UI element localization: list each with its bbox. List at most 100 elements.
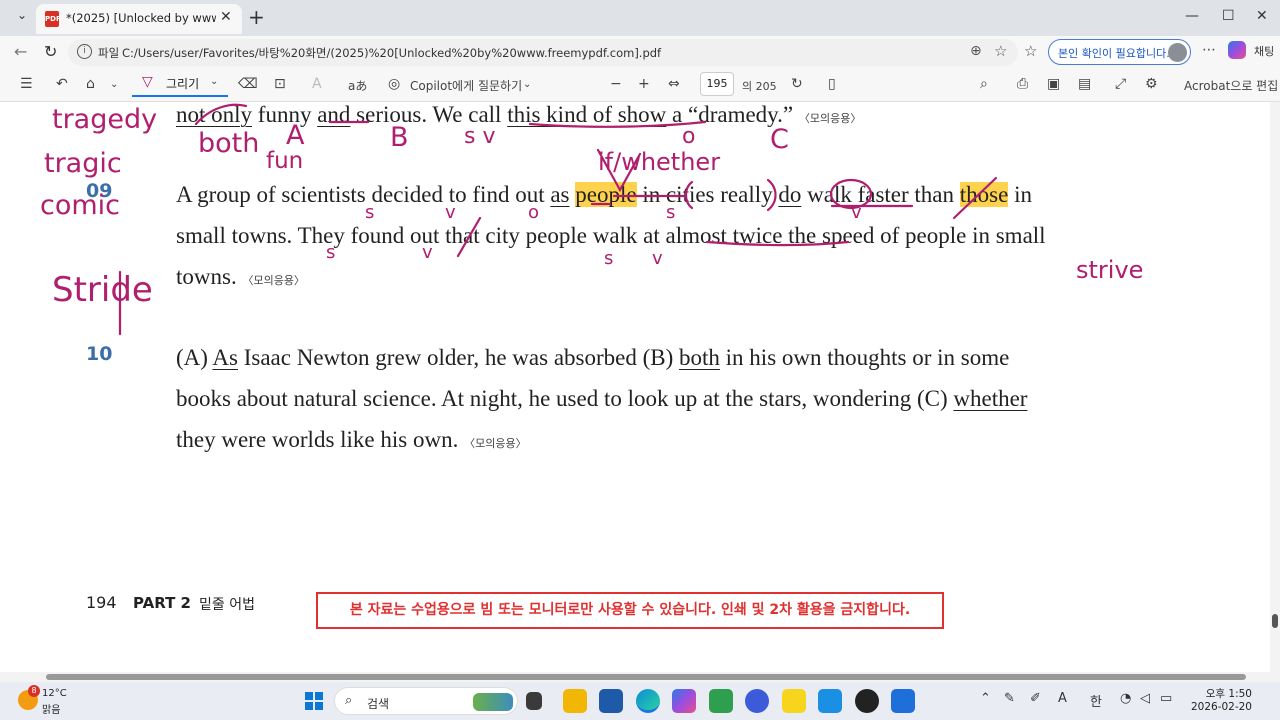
kakaotalk-icon[interactable]	[782, 689, 806, 713]
ime-language-label[interactable]: 한	[1090, 691, 1102, 710]
wifi-icon[interactable]: ◔	[1120, 691, 1131, 706]
ink-letter-b: B	[390, 122, 409, 153]
ink-word-strive: strive	[1076, 256, 1144, 284]
ink-underline-stroke	[528, 120, 707, 128]
profile-avatar	[1168, 43, 1187, 62]
page-view-icon[interactable]: ▯	[828, 76, 836, 92]
fullscreen-icon[interactable]: ⤢	[1115, 76, 1126, 92]
clock-date[interactable]: 2026-02-20	[1186, 701, 1252, 713]
tab-title: *(2025) [Unlocked by www.freemypdf.com].…	[66, 11, 216, 25]
copilot-icon[interactable]	[1228, 41, 1246, 59]
highlight-tool-icon[interactable]: ⌂	[86, 76, 95, 92]
close-tab-icon[interactable]: ✕	[220, 9, 232, 25]
zoom-out-icon[interactable]: −	[610, 76, 622, 92]
font-a-label[interactable]: A	[1058, 691, 1067, 706]
ink-paren-stroke	[766, 178, 777, 212]
highlight-dropdown-icon[interactable]: ⌄	[110, 79, 118, 90]
horizontal-scroll-thumb[interactable]	[46, 674, 1246, 680]
ink-mark-o: o	[682, 124, 696, 149]
url-text[interactable]: C:/Users/user/Favorites/바탕%20화면/(2025)%2…	[122, 45, 661, 61]
settings-gear-icon[interactable]: ⚙	[1145, 76, 1158, 92]
save-as-icon[interactable]: ▤	[1078, 76, 1091, 92]
draw-tool-button[interactable]: ▽ 그리기 ⌄	[132, 71, 228, 97]
pdf-toolbar: ☰ ↶ ⌂ ⌄ ▽ 그리기 ⌄ ⌫ ⊡ A aあ ◎ Copilot에게 질문하…	[0, 68, 1280, 102]
info-icon[interactable]: i	[77, 44, 92, 59]
contents-list-icon[interactable]: ☰	[20, 76, 33, 92]
ink-mark-v: v	[422, 242, 433, 263]
ink-letter-a: A	[286, 120, 305, 151]
taskbar-search-box[interactable]: ⌕ 검색	[334, 687, 518, 715]
chat-label[interactable]: 채팅	[1254, 43, 1274, 59]
minimize-icon[interactable]: —	[1185, 8, 1199, 24]
page-total-label: 의 205	[742, 80, 777, 93]
fit-page-icon[interactable]: ⇔	[668, 76, 680, 92]
vertical-scrollbar[interactable]	[1270, 102, 1280, 672]
ink-word-if-whether: if/whether	[598, 148, 721, 176]
ink-slash-stroke	[952, 176, 998, 220]
ask-copilot-button[interactable]: Copilot에게 질문하기	[410, 77, 522, 94]
volume-icon[interactable]: ◁	[1140, 691, 1150, 706]
ink-underline-stroke	[705, 240, 850, 247]
save-icon[interactable]: ▣	[1047, 76, 1060, 92]
rotate-icon[interactable]: ↻	[791, 76, 803, 92]
clock-time[interactable]: 오후 1:50	[1196, 686, 1252, 701]
ink-mark-sv: s v	[464, 124, 496, 149]
new-tab-icon[interactable]: +	[248, 5, 265, 29]
pdf-file-icon: PDF	[45, 11, 61, 27]
pen-icon[interactable]: ✎	[1004, 691, 1015, 706]
edit-in-acrobat-button[interactable]: Acrobat으로 편집	[1184, 77, 1278, 94]
url-box[interactable]: i 파일 C:/Users/user/Favorites/바탕%20화면/(20…	[68, 39, 1018, 66]
draw-dropdown-icon[interactable]: ⌄	[210, 76, 218, 87]
draw-label: 그리기	[166, 77, 200, 91]
close-window-icon[interactable]: ✕	[1256, 8, 1268, 24]
file-explorer-icon[interactable]	[563, 689, 587, 713]
read-aloud-button[interactable]: aあ	[348, 77, 367, 94]
horizontal-scrollbar[interactable]	[0, 672, 1270, 682]
edge-browser-icon[interactable]	[636, 689, 660, 713]
page-number-input[interactable]: 195	[700, 72, 734, 96]
browser-tab[interactable]: PDF *(2025) [Unlocked by www.freemypdf.c…	[36, 4, 242, 34]
app-icon[interactable]	[709, 689, 733, 713]
search-highlight-icon	[473, 693, 513, 711]
eraser-icon[interactable]: ⌫	[238, 76, 258, 92]
ink-mark-o: o	[528, 202, 540, 223]
app-icon[interactable]	[599, 689, 623, 713]
ink-mark-v: v	[445, 202, 456, 223]
copilot-dropdown-icon[interactable]: ⌄	[523, 79, 531, 90]
refresh-icon[interactable]: ↻	[44, 42, 57, 61]
zoom-icon[interactable]: ⊕	[970, 43, 982, 59]
back-arrow-icon[interactable]: ←	[14, 42, 27, 61]
print-icon[interactable]: ⎙	[1017, 76, 1028, 92]
more-menu-icon[interactable]: ⋯	[1202, 42, 1216, 58]
tray-overflow-icon[interactable]: ⌃	[980, 691, 991, 706]
ink-slash-stroke	[456, 216, 482, 258]
maximize-icon[interactable]: ☐	[1222, 8, 1235, 24]
pen-menu-icon[interactable]: ✐	[1030, 691, 1041, 706]
tab-actions-menu-icon[interactable]: ⌄	[12, 8, 32, 28]
favorite-star-icon[interactable]: ☆	[994, 42, 1007, 60]
store-icon[interactable]	[891, 689, 915, 713]
verify-identity-button[interactable]: 본인 확인이 필요합니다.	[1048, 39, 1191, 65]
windows-start-icon[interactable]	[305, 692, 323, 710]
copilot-small-icon[interactable]: ◎	[388, 76, 400, 92]
zoom-in-icon[interactable]: +	[638, 76, 650, 92]
weather-temperature[interactable]: 12°C	[42, 688, 67, 699]
text-box-icon[interactable]: ⊡	[274, 76, 286, 92]
ink-letter-c: C	[770, 124, 789, 155]
pdf-page: not only funny and serious. We call this…	[0, 102, 1270, 672]
ink-paren-stroke	[684, 180, 694, 210]
copilot-app-icon[interactable]	[672, 689, 696, 713]
favorites-list-icon[interactable]: ☆	[1024, 42, 1037, 60]
undo-icon[interactable]: ↶	[56, 76, 68, 92]
app-icon[interactable]	[745, 689, 769, 713]
task-view-icon[interactable]	[526, 692, 542, 710]
weather-condition[interactable]: 맑음	[42, 701, 60, 716]
vertical-scroll-thumb[interactable]	[1272, 614, 1278, 628]
find-search-icon[interactable]: ⌕	[980, 76, 988, 92]
battery-icon[interactable]: ▭	[1160, 691, 1172, 706]
text-format-icon: A	[312, 76, 322, 92]
ink-annotations	[118, 103, 998, 336]
record-icon[interactable]	[855, 689, 879, 713]
app-icon[interactable]	[818, 689, 842, 713]
ink-word-both: both	[198, 128, 260, 159]
